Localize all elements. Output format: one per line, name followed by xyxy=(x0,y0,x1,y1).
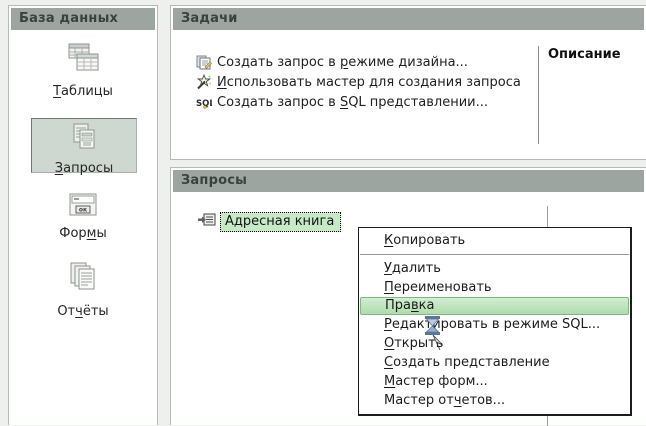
busy-cursor-icon xyxy=(421,315,447,357)
query-item-label: Адресная книга xyxy=(220,212,341,232)
menu-separator xyxy=(360,254,629,255)
wizard-wand-icon xyxy=(196,74,212,90)
menu-item-open[interactable]: Открыть xyxy=(360,334,629,353)
task-create-query-sql[interactable]: SQL Создать запрос в SQL представлении..… xyxy=(196,92,536,112)
sidebar-item-forms[interactable]: ок Формы xyxy=(9,192,157,241)
task-label: Использовать мастер для создания запроса xyxy=(217,75,521,90)
description-title: Описание xyxy=(548,47,621,62)
database-sidebar-panel: База данных Таблицы xyxy=(8,5,158,425)
sidebar-item-reports[interactable]: Отчёты xyxy=(9,262,157,319)
tasks-panel: Задачи Создать запрос в режиме дизайна..… xyxy=(170,5,646,160)
menu-item-create-view[interactable]: Создать представление xyxy=(360,353,629,372)
sidebar-header: База данных xyxy=(11,8,155,30)
tasks-description-divider xyxy=(538,46,539,144)
sidebar-item-label: Формы xyxy=(59,226,106,241)
menu-item-copy[interactable]: Копировать xyxy=(360,231,629,250)
tables-icon xyxy=(65,42,101,80)
query-design-icon xyxy=(196,54,212,70)
sidebar-item-label: Запросы xyxy=(55,161,113,176)
query-item-address-book[interactable]: Адресная книга xyxy=(197,212,341,232)
reports-icon xyxy=(66,262,100,300)
menu-item-form-wizard[interactable]: Мастер форм... xyxy=(360,372,629,391)
sidebar-item-label: Отчёты xyxy=(57,304,108,319)
tasks-header: Задачи xyxy=(173,8,644,30)
sql-icon: SQL xyxy=(196,94,212,110)
svg-text:ок: ок xyxy=(79,207,87,214)
queries-icon xyxy=(67,123,101,157)
menu-item-edit[interactable]: Правка xyxy=(360,297,629,315)
task-label: Создать запрос в режиме дизайна... xyxy=(217,55,468,70)
query-object-icon xyxy=(197,212,216,232)
menu-item-report-wizard[interactable]: Мастер отчетов... xyxy=(360,391,629,410)
sidebar-item-queries[interactable]: Запросы xyxy=(31,118,137,173)
task-list: Создать запрос в режиме дизайна... Испол… xyxy=(196,52,536,112)
base-app-window: { "colors": { "header_bar": "#9da5a0", "… xyxy=(0,0,646,425)
sidebar-item-label: Таблицы xyxy=(53,84,113,99)
forms-icon: ок xyxy=(68,192,98,222)
menu-item-edit-sql[interactable]: Редактировать в режиме SQL... xyxy=(360,315,629,334)
task-create-query-design[interactable]: Создать запрос в режиме дизайна... xyxy=(196,52,536,72)
menu-item-delete[interactable]: Удалить xyxy=(360,259,629,278)
context-menu: Копировать Удалить Переименовать Правка … xyxy=(358,227,632,416)
menu-item-rename[interactable]: Переименовать xyxy=(360,278,629,297)
task-use-wizard[interactable]: Использовать мастер для создания запроса xyxy=(196,72,536,92)
queries-header: Запросы xyxy=(173,170,644,192)
task-label: Создать запрос в SQL представлении... xyxy=(217,95,488,110)
sidebar-item-tables[interactable]: Таблицы xyxy=(9,42,157,99)
